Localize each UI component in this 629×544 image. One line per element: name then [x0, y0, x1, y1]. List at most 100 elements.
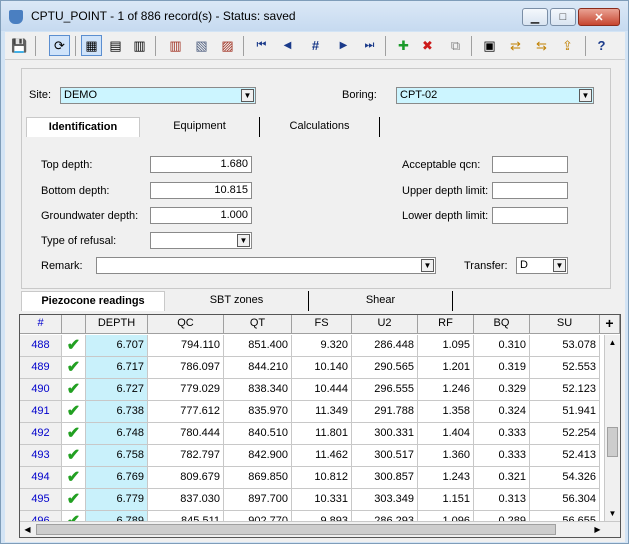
minimize-button[interactable]: ▁: [522, 8, 548, 26]
acceptable-qcn-field[interactable]: [492, 156, 568, 173]
qc-cell[interactable]: 782.797: [148, 445, 224, 467]
bq-cell[interactable]: 0.310: [474, 335, 530, 357]
col-u2[interactable]: U2: [352, 315, 418, 334]
u2-cell[interactable]: 300.517: [352, 445, 418, 467]
fs-cell[interactable]: 10.444: [292, 379, 352, 401]
db-export-icon[interactable]: ⇪: [557, 35, 578, 56]
row-index-cell[interactable]: 491: [20, 401, 62, 423]
report-icon[interactable]: ▣: [479, 35, 500, 56]
table-row[interactable]: 495 ✔ 6.779 837.030 897.700 10.331 303.349 1.15…: [20, 489, 600, 511]
fs-cell[interactable]: 11.462: [292, 445, 352, 467]
rf-cell[interactable]: 1.151: [418, 489, 474, 511]
row-status-check-icon[interactable]: ✔: [62, 467, 86, 489]
boring-select[interactable]: CPT-02 ▼: [396, 87, 594, 104]
rf-cell[interactable]: 1.358: [418, 401, 474, 423]
scroll-down-icon[interactable]: ▼: [605, 506, 620, 521]
qc-cell[interactable]: 779.029: [148, 379, 224, 401]
qt-cell[interactable]: 869.850: [224, 467, 292, 489]
db-link-icon[interactable]: ⇄: [505, 35, 526, 56]
col-index[interactable]: #: [20, 315, 62, 334]
table-row[interactable]: 493 ✔ 6.758 782.797 842.900 11.462 300.517 1.36…: [20, 445, 600, 467]
col-depth[interactable]: DEPTH: [86, 315, 148, 334]
bq-cell[interactable]: 0.321: [474, 467, 530, 489]
row-status-check-icon[interactable]: ✔: [62, 423, 86, 445]
next-record-icon[interactable]: ▶: [333, 35, 354, 56]
table-row[interactable]: 489 ✔ 6.717 786.097 844.210 10.140 290.565 1.20…: [20, 357, 600, 379]
bq-cell[interactable]: 0.324: [474, 401, 530, 423]
table-row[interactable]: 492 ✔ 6.748 780.444 840.510 11.801 300.331 1.40…: [20, 423, 600, 445]
rf-cell[interactable]: 1.360: [418, 445, 474, 467]
qt-cell[interactable]: 851.400: [224, 335, 292, 357]
groundwater-depth-field[interactable]: 1.000: [150, 207, 252, 224]
tab-identification[interactable]: Identification: [26, 117, 140, 137]
vertical-scrollbar[interactable]: ▲ ▼: [604, 335, 620, 521]
depth-cell[interactable]: 6.748: [86, 423, 148, 445]
fs-cell[interactable]: 10.812: [292, 467, 352, 489]
tab-calculations[interactable]: Calculations: [260, 117, 380, 137]
u2-cell[interactable]: 291.788: [352, 401, 418, 423]
su-cell[interactable]: 51.941: [530, 401, 600, 423]
qt-cell[interactable]: 897.700: [224, 489, 292, 511]
u2-cell[interactable]: 290.565: [352, 357, 418, 379]
u2-cell[interactable]: 300.857: [352, 467, 418, 489]
db-delete-icon[interactable]: ▨: [217, 35, 238, 56]
depth-cell[interactable]: 6.769: [86, 467, 148, 489]
row-index-cell[interactable]: 494: [20, 467, 62, 489]
su-cell[interactable]: 52.413: [530, 445, 600, 467]
db-icon[interactable]: ▥: [165, 35, 186, 56]
scroll-up-icon[interactable]: ▲: [605, 335, 620, 350]
form-view-icon[interactable]: ▦: [81, 35, 102, 56]
chevron-down-icon[interactable]: ▼: [421, 259, 434, 272]
chevron-down-icon[interactable]: ▼: [553, 259, 566, 272]
horizontal-scrollbar[interactable]: ◀ ▶: [20, 521, 620, 537]
depth-cell[interactable]: 6.758: [86, 445, 148, 467]
help-icon[interactable]: ?: [591, 35, 612, 56]
depth-cell[interactable]: 6.738: [86, 401, 148, 423]
qt-cell[interactable]: 842.900: [224, 445, 292, 467]
first-record-icon[interactable]: ⏮: [251, 35, 272, 56]
su-cell[interactable]: 56.304: [530, 489, 600, 511]
bq-cell[interactable]: 0.333: [474, 445, 530, 467]
fs-cell[interactable]: 10.331: [292, 489, 352, 511]
chevron-down-icon[interactable]: ▼: [241, 89, 254, 102]
rf-cell[interactable]: 1.246: [418, 379, 474, 401]
qc-cell[interactable]: 837.030: [148, 489, 224, 511]
table-row[interactable]: 488 ✔ 6.707 794.110 851.400 9.320 286.448 1.095…: [20, 335, 600, 357]
fs-cell[interactable]: 10.140: [292, 357, 352, 379]
upper-depth-limit-field[interactable]: [492, 182, 568, 199]
col-rf[interactable]: RF: [418, 315, 474, 334]
qc-cell[interactable]: 794.110: [148, 335, 224, 357]
table-row[interactable]: 490 ✔ 6.727 779.029 838.340 10.444 296.555 1.24…: [20, 379, 600, 401]
col-qt[interactable]: QT: [224, 315, 292, 334]
row-index-cell[interactable]: 492: [20, 423, 62, 445]
vertical-scroll-thumb[interactable]: [607, 427, 618, 457]
top-depth-field[interactable]: 1.680: [150, 156, 252, 173]
u2-cell[interactable]: 286.448: [352, 335, 418, 357]
row-index-cell[interactable]: 489: [20, 357, 62, 379]
su-cell[interactable]: 54.326: [530, 467, 600, 489]
row-index-cell[interactable]: 493: [20, 445, 62, 467]
su-cell[interactable]: 53.078: [530, 335, 600, 357]
row-status-check-icon[interactable]: ✔: [62, 335, 86, 357]
refusal-select[interactable]: ▼: [150, 232, 252, 249]
row-status-check-icon[interactable]: ✔: [62, 489, 86, 511]
depth-cell[interactable]: 6.717: [86, 357, 148, 379]
remark-select[interactable]: ▼: [96, 257, 436, 274]
bottom-depth-field[interactable]: 10.815: [150, 182, 252, 199]
add-column-button[interactable]: +: [600, 315, 620, 334]
su-cell[interactable]: 52.553: [530, 357, 600, 379]
fs-cell[interactable]: 9.320: [292, 335, 352, 357]
chevron-down-icon[interactable]: ▼: [237, 234, 250, 247]
bq-cell[interactable]: 0.319: [474, 357, 530, 379]
u2-cell[interactable]: 296.555: [352, 379, 418, 401]
qc-cell[interactable]: 786.097: [148, 357, 224, 379]
row-index-cell[interactable]: 495: [20, 489, 62, 511]
db-copy-icon[interactable]: ▧: [191, 35, 212, 56]
chevron-down-icon[interactable]: ▼: [579, 89, 592, 102]
copy-record-icon[interactable]: ⧉: [445, 35, 466, 56]
close-button[interactable]: ✕: [578, 8, 620, 26]
col-status[interactable]: [62, 315, 86, 334]
grid-view-icon[interactable]: ▤: [105, 35, 126, 56]
scroll-right-icon[interactable]: ▶: [590, 522, 605, 537]
u2-cell[interactable]: 303.349: [352, 489, 418, 511]
